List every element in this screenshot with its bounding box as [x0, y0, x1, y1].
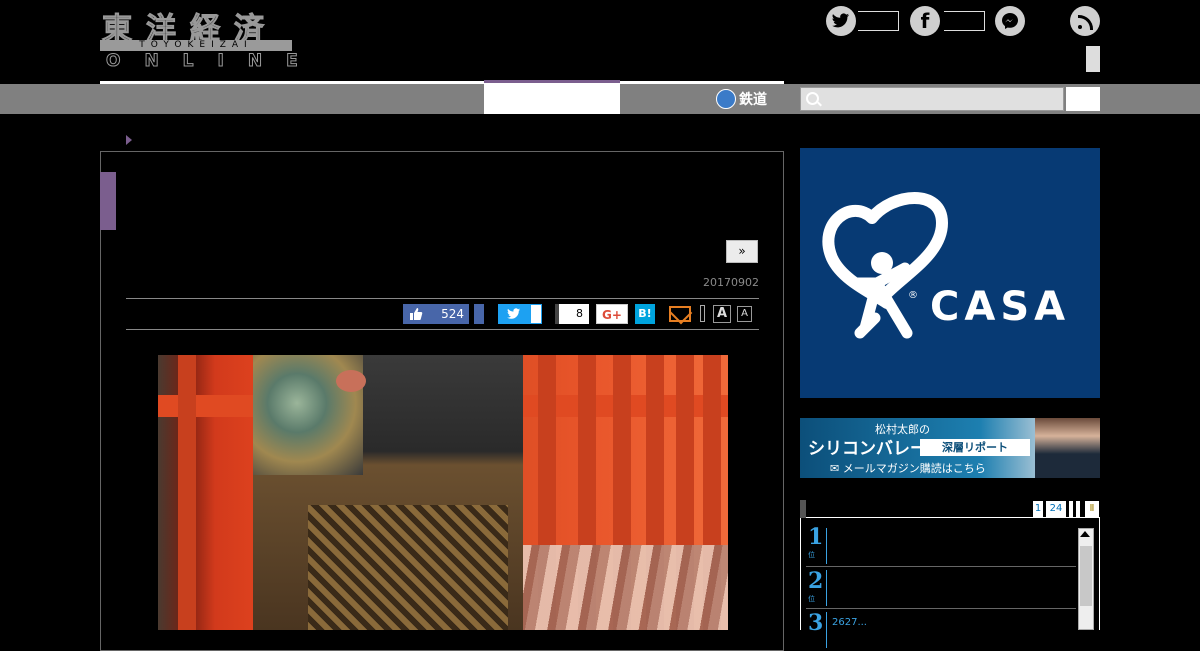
- facebook-like-count: [944, 11, 985, 31]
- search-input[interactable]: [800, 87, 1064, 111]
- nav-active-indicator: [484, 80, 620, 83]
- rank-divider: [806, 608, 1076, 609]
- mail-icon[interactable]: [669, 306, 691, 322]
- rank-3-title[interactable]: 2627...: [832, 617, 867, 628]
- header-toggle-button[interactable]: [1086, 46, 1100, 72]
- rank-3-number: 3: [808, 610, 824, 636]
- ad-sv-cta: ✉ メールマガジン購読はこちら: [830, 462, 986, 475]
- share-divider-top: [126, 298, 759, 299]
- ad-sv-badge: 深層リポート: [920, 439, 1030, 456]
- casa-wordmark: CASA: [930, 284, 1071, 330]
- ranking-tab-extra[interactable]: Ⅱ: [1085, 501, 1099, 517]
- search-icon: [806, 92, 819, 105]
- facebook-icon[interactable]: f: [910, 6, 940, 36]
- rss-icon[interactable]: [1070, 6, 1100, 36]
- ranking-page-24[interactable]: 24: [1046, 501, 1066, 517]
- next-page-button[interactable]: »: [726, 240, 758, 263]
- twitter-follow-count: [858, 11, 899, 31]
- nav-item-railway[interactable]: 鉄道: [716, 88, 767, 110]
- train-icon: [716, 89, 736, 109]
- font-size-small-button[interactable]: A: [737, 306, 752, 322]
- tweet-button[interactable]: [498, 304, 530, 324]
- article-date: 20170902: [703, 276, 759, 289]
- site-logo-subtitle: TOYOKEIZAI: [100, 40, 292, 51]
- rank-divider: [806, 566, 1076, 567]
- share-separator: [700, 305, 705, 322]
- casa-logo-icon: [822, 192, 949, 339]
- rank-1-item[interactable]: [826, 528, 1077, 564]
- ranking-tab-b[interactable]: [1076, 501, 1080, 517]
- article-title-accent: [100, 172, 116, 230]
- ad-banner-casa[interactable]: [800, 148, 1100, 398]
- gplus-count: 8: [555, 304, 589, 324]
- ranking-page-1[interactable]: 1: [1033, 501, 1043, 517]
- hatena-bookmark-button[interactable]: B!: [635, 304, 655, 324]
- ad-sv-title: シリコンバレー: [808, 439, 927, 459]
- share-divider-bottom: [126, 329, 759, 330]
- messenger-icon[interactable]: [995, 6, 1025, 36]
- facebook-share-button[interactable]: [474, 304, 484, 324]
- ranking-header-accent: [800, 500, 806, 518]
- scroll-up-icon[interactable]: [1080, 531, 1090, 537]
- tweet-count: [530, 304, 542, 324]
- rank-2-item[interactable]: [826, 570, 1077, 606]
- search-button[interactable]: [1066, 87, 1100, 111]
- ad-author-photo: [1035, 418, 1100, 478]
- casa-registered-mark: ®: [908, 290, 918, 301]
- facebook-like-count: 524: [441, 307, 464, 321]
- nav-tab-active[interactable]: [484, 84, 620, 114]
- article-main-photo: [158, 355, 728, 630]
- ranking-tab-a[interactable]: [1069, 501, 1073, 517]
- ranking-scroll-thumb[interactable]: [1080, 546, 1092, 606]
- facebook-like-button[interactable]: 524: [403, 304, 469, 324]
- gplus-button[interactable]: G+: [596, 304, 628, 324]
- nav-item-railway-label: 鉄道: [739, 92, 767, 108]
- breadcrumb-arrow-icon: [126, 135, 132, 145]
- font-size-large-button[interactable]: A: [713, 305, 731, 323]
- twitter-icon[interactable]: [826, 6, 856, 36]
- rank-2-number: 2位: [808, 568, 824, 603]
- site-logo-online[interactable]: ONLINE: [106, 51, 322, 72]
- rank-1-number: 1位: [808, 524, 824, 559]
- thumbs-up-icon: [409, 304, 423, 327]
